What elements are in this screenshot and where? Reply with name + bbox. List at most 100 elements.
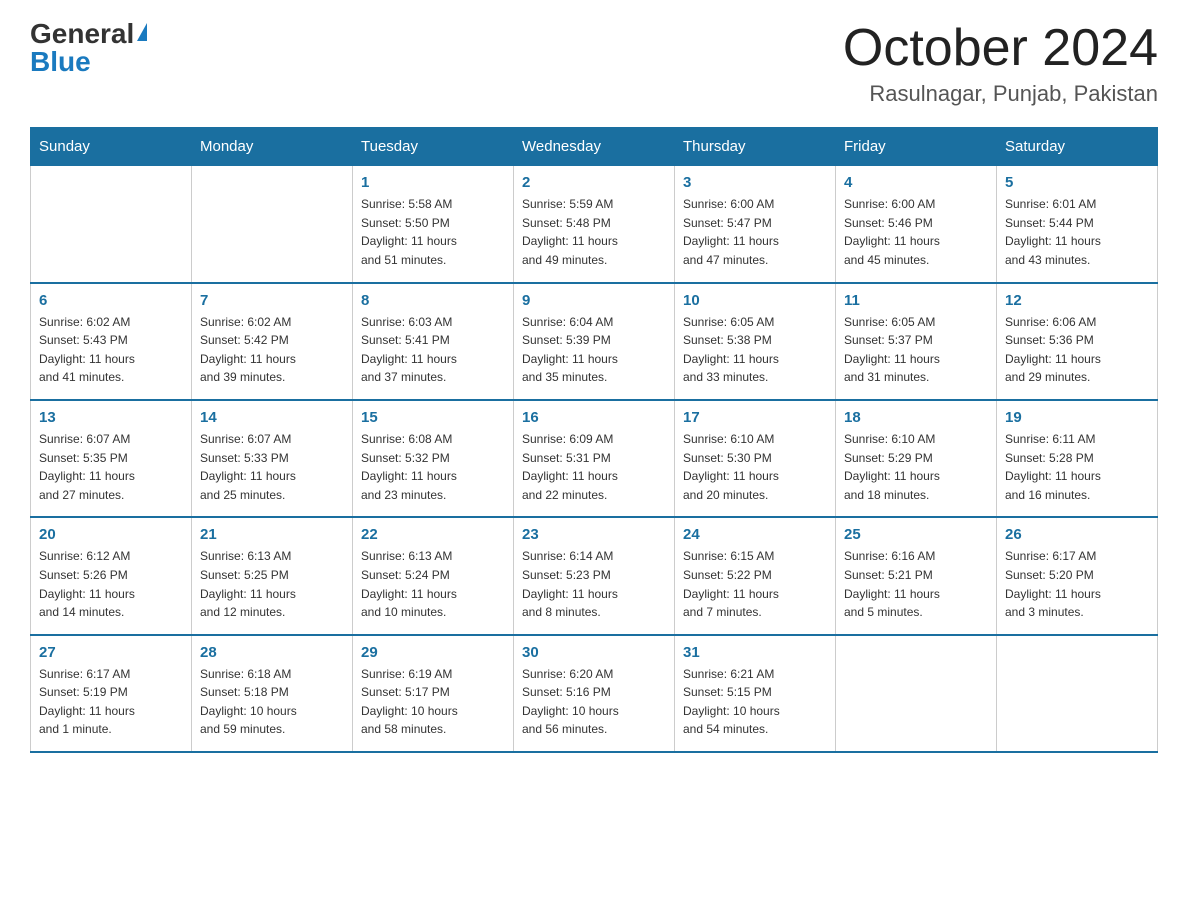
day-number: 3 <box>683 174 827 191</box>
day-number: 11 <box>844 292 988 309</box>
day-cell: 31Sunrise: 6:21 AM Sunset: 5:15 PM Dayli… <box>675 635 836 752</box>
day-cell <box>31 166 192 283</box>
day-info: Sunrise: 6:00 AM Sunset: 5:46 PM Dayligh… <box>844 195 988 269</box>
day-cell: 17 Sunrise: 6:10 AM Sunset: 5:30 PM Dayli… <box>675 400 836 517</box>
day-cell: 24 Sunrise: 6:15 AM Sunset: 5:22 PM Dayli… <box>675 517 836 634</box>
day-info: Sunrise: 6:13 AM Sunset: 5:25 PM Dayligh… <box>200 547 344 621</box>
day-cell: 18 Sunrise: 6:10 AM Sunset: 5:29 PM Dayli… <box>836 400 997 517</box>
day-info: Sunrise: 6:20 AM Sunset: 5:16 PM Dayligh… <box>522 665 666 739</box>
day-number: 20 <box>39 526 183 543</box>
day-cell: 3 Sunrise: 6:00 AM Sunset: 5:47 PM Daylig… <box>675 166 836 283</box>
day-number: 28 <box>200 644 344 661</box>
logo-general-text: General <box>30 20 134 48</box>
day-info: Sunrise: 6:07 AM Sunset: 5:35 PM Dayligh… <box>39 430 183 504</box>
day-number: 5 <box>1005 174 1149 191</box>
day-number: 21 <box>200 526 344 543</box>
day-number: 16 <box>522 409 666 426</box>
day-number: 12 <box>1005 292 1149 309</box>
day-cell: 11 Sunrise: 6:05 AM Sunset: 5:37 PM Dayli… <box>836 283 997 400</box>
header-row: SundayMondayTuesdayWednesdayThursdayFrid… <box>31 128 1158 166</box>
day-info: Sunrise: 6:07 AM Sunset: 5:33 PM Dayligh… <box>200 430 344 504</box>
day-info: Sunrise: 6:02 AM Sunset: 5:43 PM Dayligh… <box>39 313 183 387</box>
week-row-1: 1 Sunrise: 5:58 AM Sunset: 5:50 PM Daylig… <box>31 166 1158 283</box>
week-row-2: 6 Sunrise: 6:02 AM Sunset: 5:43 PM Daylig… <box>31 283 1158 400</box>
page-header: General Blue October 2024 Rasulnagar, Pu… <box>30 20 1158 107</box>
day-info: Sunrise: 6:06 AM Sunset: 5:36 PM Dayligh… <box>1005 313 1149 387</box>
day-info: Sunrise: 6:17 AM Sunset: 5:20 PM Dayligh… <box>1005 547 1149 621</box>
day-info: Sunrise: 6:15 AM Sunset: 5:22 PM Dayligh… <box>683 547 827 621</box>
day-cell: 26Sunrise: 6:17 AM Sunset: 5:20 PM Dayli… <box>997 517 1158 634</box>
header-cell-sunday: Sunday <box>31 128 192 166</box>
logo-triangle-icon <box>137 23 147 41</box>
day-number: 24 <box>683 526 827 543</box>
header-cell-wednesday: Wednesday <box>514 128 675 166</box>
day-number: 6 <box>39 292 183 309</box>
week-row-4: 20Sunrise: 6:12 AM Sunset: 5:26 PM Dayli… <box>31 517 1158 634</box>
day-info: Sunrise: 6:18 AM Sunset: 5:18 PM Dayligh… <box>200 665 344 739</box>
day-cell: 12 Sunrise: 6:06 AM Sunset: 5:36 PM Dayli… <box>997 283 1158 400</box>
day-info: Sunrise: 6:10 AM Sunset: 5:29 PM Dayligh… <box>844 430 988 504</box>
month-title: October 2024 <box>843 20 1158 77</box>
day-cell: 4 Sunrise: 6:00 AM Sunset: 5:46 PM Daylig… <box>836 166 997 283</box>
day-cell: 10 Sunrise: 6:05 AM Sunset: 5:38 PM Dayli… <box>675 283 836 400</box>
day-info: Sunrise: 6:05 AM Sunset: 5:38 PM Dayligh… <box>683 313 827 387</box>
day-number: 27 <box>39 644 183 661</box>
day-number: 19 <box>1005 409 1149 426</box>
day-cell: 25 Sunrise: 6:16 AM Sunset: 5:21 PM Dayli… <box>836 517 997 634</box>
day-number: 2 <box>522 174 666 191</box>
day-cell: 7 Sunrise: 6:02 AM Sunset: 5:42 PM Daylig… <box>192 283 353 400</box>
day-number: 17 <box>683 409 827 426</box>
day-cell: 6 Sunrise: 6:02 AM Sunset: 5:43 PM Daylig… <box>31 283 192 400</box>
day-cell: 20Sunrise: 6:12 AM Sunset: 5:26 PM Dayli… <box>31 517 192 634</box>
day-cell: 22 Sunrise: 6:13 AM Sunset: 5:24 PM Dayli… <box>353 517 514 634</box>
day-info: Sunrise: 6:17 AM Sunset: 5:19 PM Dayligh… <box>39 665 183 739</box>
day-cell: 5Sunrise: 6:01 AM Sunset: 5:44 PM Daylig… <box>997 166 1158 283</box>
title-block: October 2024 Rasulnagar, Punjab, Pakista… <box>843 20 1158 107</box>
day-number: 30 <box>522 644 666 661</box>
day-info: Sunrise: 6:00 AM Sunset: 5:47 PM Dayligh… <box>683 195 827 269</box>
day-cell: 14 Sunrise: 6:07 AM Sunset: 5:33 PM Dayli… <box>192 400 353 517</box>
day-cell: 8 Sunrise: 6:03 AM Sunset: 5:41 PM Daylig… <box>353 283 514 400</box>
day-cell <box>997 635 1158 752</box>
day-cell: 9Sunrise: 6:04 AM Sunset: 5:39 PM Daylig… <box>514 283 675 400</box>
day-info: Sunrise: 6:02 AM Sunset: 5:42 PM Dayligh… <box>200 313 344 387</box>
header-cell-tuesday: Tuesday <box>353 128 514 166</box>
day-number: 1 <box>361 174 505 191</box>
day-info: Sunrise: 6:16 AM Sunset: 5:21 PM Dayligh… <box>844 547 988 621</box>
day-cell: 21 Sunrise: 6:13 AM Sunset: 5:25 PM Dayli… <box>192 517 353 634</box>
day-info: Sunrise: 6:13 AM Sunset: 5:24 PM Dayligh… <box>361 547 505 621</box>
day-number: 25 <box>844 526 988 543</box>
header-cell-thursday: Thursday <box>675 128 836 166</box>
day-number: 9 <box>522 292 666 309</box>
day-cell: 28 Sunrise: 6:18 AM Sunset: 5:18 PM Dayli… <box>192 635 353 752</box>
day-info: Sunrise: 6:05 AM Sunset: 5:37 PM Dayligh… <box>844 313 988 387</box>
day-cell <box>192 166 353 283</box>
logo: General Blue <box>30 20 147 76</box>
day-info: Sunrise: 6:10 AM Sunset: 5:30 PM Dayligh… <box>683 430 827 504</box>
day-number: 31 <box>683 644 827 661</box>
day-number: 22 <box>361 526 505 543</box>
day-number: 13 <box>39 409 183 426</box>
day-info: Sunrise: 6:03 AM Sunset: 5:41 PM Dayligh… <box>361 313 505 387</box>
day-info: Sunrise: 6:11 AM Sunset: 5:28 PM Dayligh… <box>1005 430 1149 504</box>
day-number: 4 <box>844 174 988 191</box>
day-cell: 30 Sunrise: 6:20 AM Sunset: 5:16 PM Dayli… <box>514 635 675 752</box>
day-number: 18 <box>844 409 988 426</box>
week-row-5: 27 Sunrise: 6:17 AM Sunset: 5:19 PM Dayli… <box>31 635 1158 752</box>
day-info: Sunrise: 5:58 AM Sunset: 5:50 PM Dayligh… <box>361 195 505 269</box>
day-info: Sunrise: 6:09 AM Sunset: 5:31 PM Dayligh… <box>522 430 666 504</box>
day-number: 14 <box>200 409 344 426</box>
day-cell <box>836 635 997 752</box>
day-number: 10 <box>683 292 827 309</box>
day-number: 7 <box>200 292 344 309</box>
day-info: Sunrise: 6:08 AM Sunset: 5:32 PM Dayligh… <box>361 430 505 504</box>
header-cell-saturday: Saturday <box>997 128 1158 166</box>
day-number: 29 <box>361 644 505 661</box>
day-cell: 19 Sunrise: 6:11 AM Sunset: 5:28 PM Dayli… <box>997 400 1158 517</box>
day-cell: 2Sunrise: 5:59 AM Sunset: 5:48 PM Daylig… <box>514 166 675 283</box>
day-cell: 16 Sunrise: 6:09 AM Sunset: 5:31 PM Dayli… <box>514 400 675 517</box>
day-cell: 29Sunrise: 6:19 AM Sunset: 5:17 PM Dayli… <box>353 635 514 752</box>
header-cell-monday: Monday <box>192 128 353 166</box>
day-cell: 27 Sunrise: 6:17 AM Sunset: 5:19 PM Dayli… <box>31 635 192 752</box>
day-number: 8 <box>361 292 505 309</box>
